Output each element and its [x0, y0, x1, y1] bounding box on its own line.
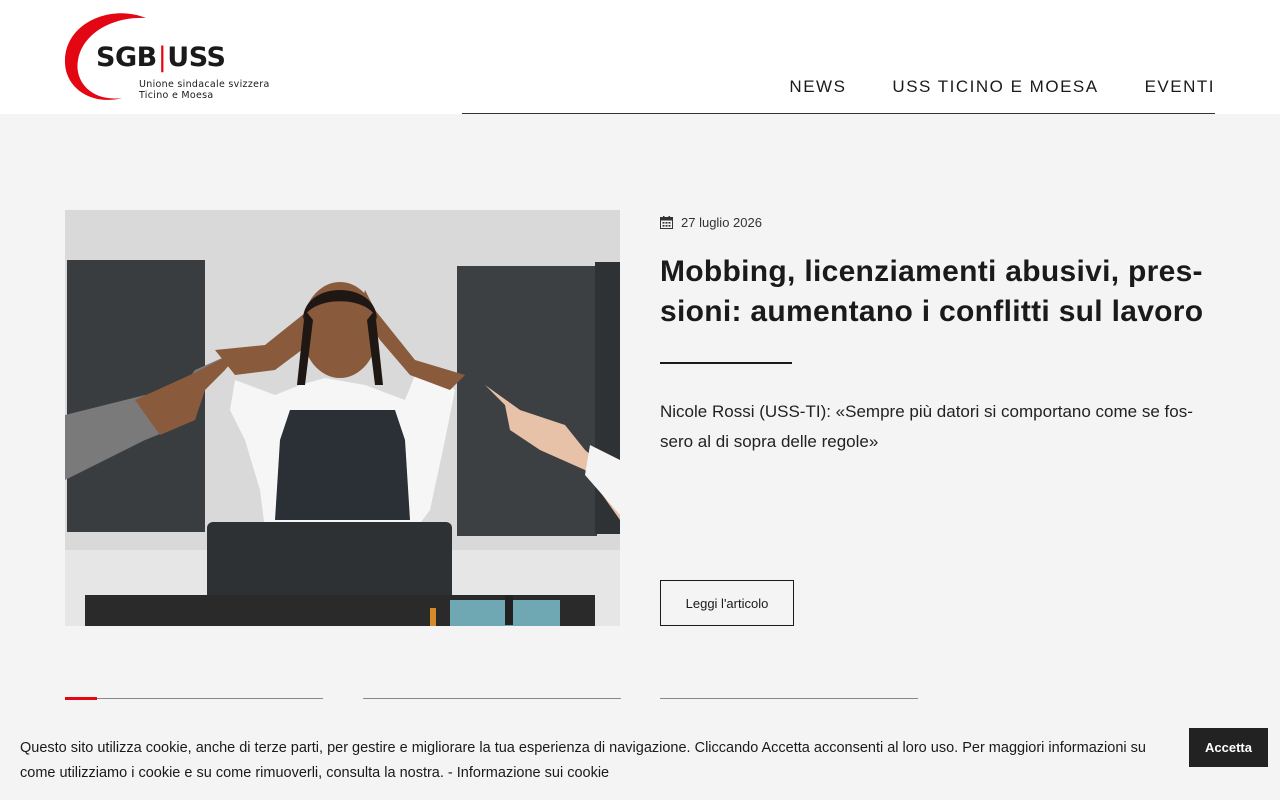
article-photo: [65, 210, 620, 626]
article-title[interactable]: Mobbing, licenziamenti abusivi, pres-sio…: [660, 252, 1220, 332]
article-date: 27 luglio 2026: [660, 215, 762, 230]
cookie-text: Questo sito utilizza cookie, anche di te…: [20, 736, 1160, 786]
slider-indicator-3[interactable]: [660, 698, 918, 699]
nav-item-uss-ticino-e-moesa[interactable]: USS TICINO E MOESA: [892, 77, 1098, 97]
logo-subtitle-line: Unione sindacale svizzera: [139, 79, 270, 90]
logo-wordmark: SGB|USS: [96, 42, 226, 73]
site-header: SGB|USS Unione sindacale svizzera Ticino…: [0, 0, 1280, 114]
nav-underline: [462, 113, 1215, 114]
article-image[interactable]: [65, 210, 620, 626]
article-lead: Nicole Rossi (USS-TI): «Sempre più dator…: [660, 402, 1193, 451]
calendar-icon: [660, 216, 673, 229]
site-logo[interactable]: SGB|USS Unione sindacale svizzera Ticino…: [62, 10, 302, 106]
article-date-text: 27 luglio 2026: [681, 215, 762, 230]
read-article-button[interactable]: Leggi l'articolo: [660, 580, 794, 626]
cookie-banner: Questo sito utilizza cookie, anche di te…: [0, 720, 1280, 800]
main-nav: NEWS USS TICINO E MOESA EVENTI: [789, 77, 1215, 97]
title-divider: [660, 362, 792, 364]
nav-item-eventi[interactable]: EVENTI: [1145, 77, 1215, 97]
cookie-info-link[interactable]: Informazione sui cookie: [457, 765, 609, 781]
accept-cookies-button[interactable]: Accetta: [1189, 728, 1268, 767]
slider-indicator-1[interactable]: [65, 697, 323, 700]
slider-indicator-2[interactable]: [363, 698, 621, 699]
nav-item-news[interactable]: NEWS: [789, 77, 846, 97]
logo-subtitle: Unione sindacale svizzera Ticino e Moesa: [139, 79, 270, 101]
logo-subtitle-line: Ticino e Moesa: [139, 90, 214, 101]
